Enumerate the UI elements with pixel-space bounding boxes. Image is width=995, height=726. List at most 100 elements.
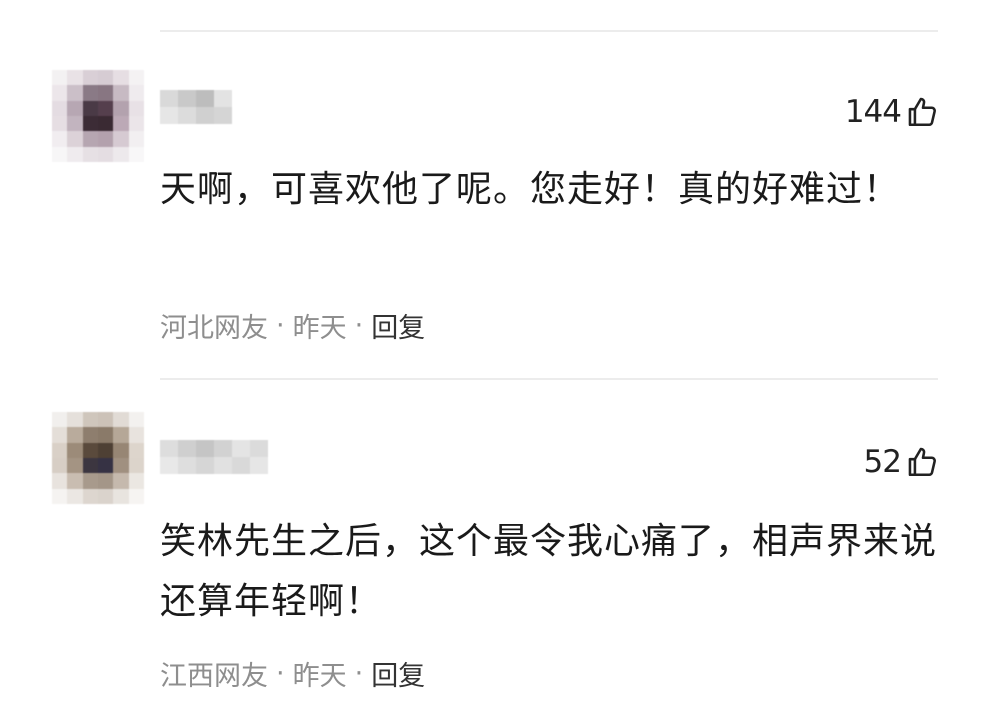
avatar-pixel — [67, 85, 83, 101]
avatar-pixel — [113, 85, 129, 101]
thumbs-up-icon — [905, 445, 939, 479]
avatar-pixel — [67, 70, 83, 86]
avatar-pixel — [97, 85, 114, 101]
username-pixel — [160, 107, 178, 124]
avatar-pixel — [82, 442, 98, 458]
avatar-pixel — [82, 427, 98, 443]
separator-dot: · — [276, 658, 285, 689]
avatar-pixel — [97, 427, 114, 443]
avatar-pixel — [67, 115, 83, 132]
avatar-pixel — [82, 100, 98, 116]
avatar-pixel — [52, 412, 68, 428]
avatar-pixel — [97, 457, 114, 474]
avatar-pixel — [128, 70, 144, 86]
avatar-pixel — [52, 442, 68, 458]
avatar-pixel — [82, 131, 98, 147]
username-pixel — [196, 440, 214, 457]
avatar-pixel — [52, 427, 68, 443]
avatar-pixel — [128, 85, 144, 101]
avatar-pixel — [67, 473, 83, 489]
avatar-pixel — [113, 427, 129, 443]
username-pixel — [196, 90, 214, 107]
avatar-pixel — [52, 70, 68, 86]
comment-text: 笑林先生之后，这个最令我心痛了，相声界来说还算年轻啊！ — [160, 521, 938, 622]
reply-button[interactable]: 回复 — [371, 654, 425, 693]
avatar-pixel — [113, 442, 129, 458]
avatar-pixel — [82, 412, 98, 428]
avatar-pixel — [128, 427, 144, 443]
avatar-pixel — [128, 131, 144, 147]
divider — [160, 30, 938, 32]
avatar-pixel — [82, 146, 98, 162]
avatar-pixel — [67, 146, 83, 162]
avatar-pixel — [113, 457, 129, 474]
username-pixel — [214, 457, 232, 474]
username-pixel — [178, 90, 196, 107]
username-pixel — [214, 440, 232, 457]
avatar-pixel — [113, 412, 129, 428]
username-pixel — [178, 107, 196, 124]
like-button[interactable]: 144 — [845, 94, 939, 130]
separator-dot: · — [354, 310, 364, 341]
divider — [160, 378, 938, 380]
avatar-pixel — [113, 146, 129, 162]
avatar-pixel — [52, 488, 68, 504]
avatar-pixel — [82, 473, 98, 489]
like-count: 52 — [863, 444, 902, 480]
avatar-pixel — [128, 115, 144, 132]
comment-meta: 河北网友 · 昨天 · 回复 — [160, 306, 425, 345]
username-pixel — [160, 90, 178, 107]
username-pixel — [160, 457, 178, 474]
avatar-pixel — [97, 488, 114, 504]
username-blurred[interactable] — [160, 90, 232, 124]
avatar-pixel — [82, 85, 98, 101]
like-count: 144 — [844, 94, 902, 130]
username-blurred[interactable] — [160, 440, 268, 474]
avatar-pixel — [97, 412, 114, 428]
avatar-pixel — [67, 442, 83, 458]
username-pixel — [196, 107, 214, 124]
timestamp: 昨天 — [292, 661, 347, 692]
location-label: 河北网友 — [160, 313, 268, 344]
avatar-pixel — [128, 442, 144, 458]
avatar-pixel — [82, 115, 98, 132]
avatar-pixel — [128, 473, 144, 489]
avatar-pixel — [82, 70, 98, 86]
username-pixel — [196, 457, 214, 474]
avatar-pixel — [128, 100, 144, 116]
username-pixel — [178, 440, 196, 457]
comment-meta: 江西网友 · 昨天 · 回复 — [160, 654, 425, 693]
reply-button[interactable]: 回复 — [371, 306, 425, 345]
avatar-pixel — [113, 70, 129, 86]
avatar[interactable] — [52, 70, 144, 162]
comment-text: 天啊，可喜欢他了呢。您走好！真的好难过！ — [160, 169, 901, 210]
avatar-pixel — [67, 412, 83, 428]
avatar-pixel — [52, 131, 68, 147]
avatar-pixel — [113, 473, 129, 489]
avatar-pixel — [97, 131, 114, 147]
username-pixel — [250, 457, 268, 474]
avatar-pixel — [67, 427, 83, 443]
username-pixel — [178, 457, 196, 474]
username-pixel — [214, 90, 232, 107]
avatar-pixel — [113, 131, 129, 147]
avatar-pixel — [52, 146, 68, 162]
avatar-pixel — [82, 457, 98, 474]
avatar-pixel — [97, 442, 114, 458]
username-pixel — [232, 457, 250, 474]
username-pixel — [160, 440, 178, 457]
avatar-pixel — [97, 70, 114, 86]
separator-dot: · — [354, 658, 364, 689]
avatar[interactable] — [52, 412, 144, 504]
avatar-pixel — [67, 457, 83, 474]
location-label: 江西网友 — [160, 661, 268, 692]
avatar-pixel — [52, 100, 68, 116]
avatar-pixel — [97, 115, 114, 132]
avatar-pixel — [97, 100, 114, 116]
like-button[interactable]: 52 — [864, 444, 939, 480]
avatar-pixel — [67, 100, 83, 116]
timestamp: 昨天 — [292, 313, 347, 344]
avatar-pixel — [67, 488, 83, 504]
avatar-pixel — [113, 100, 129, 116]
username-pixel — [214, 107, 232, 124]
